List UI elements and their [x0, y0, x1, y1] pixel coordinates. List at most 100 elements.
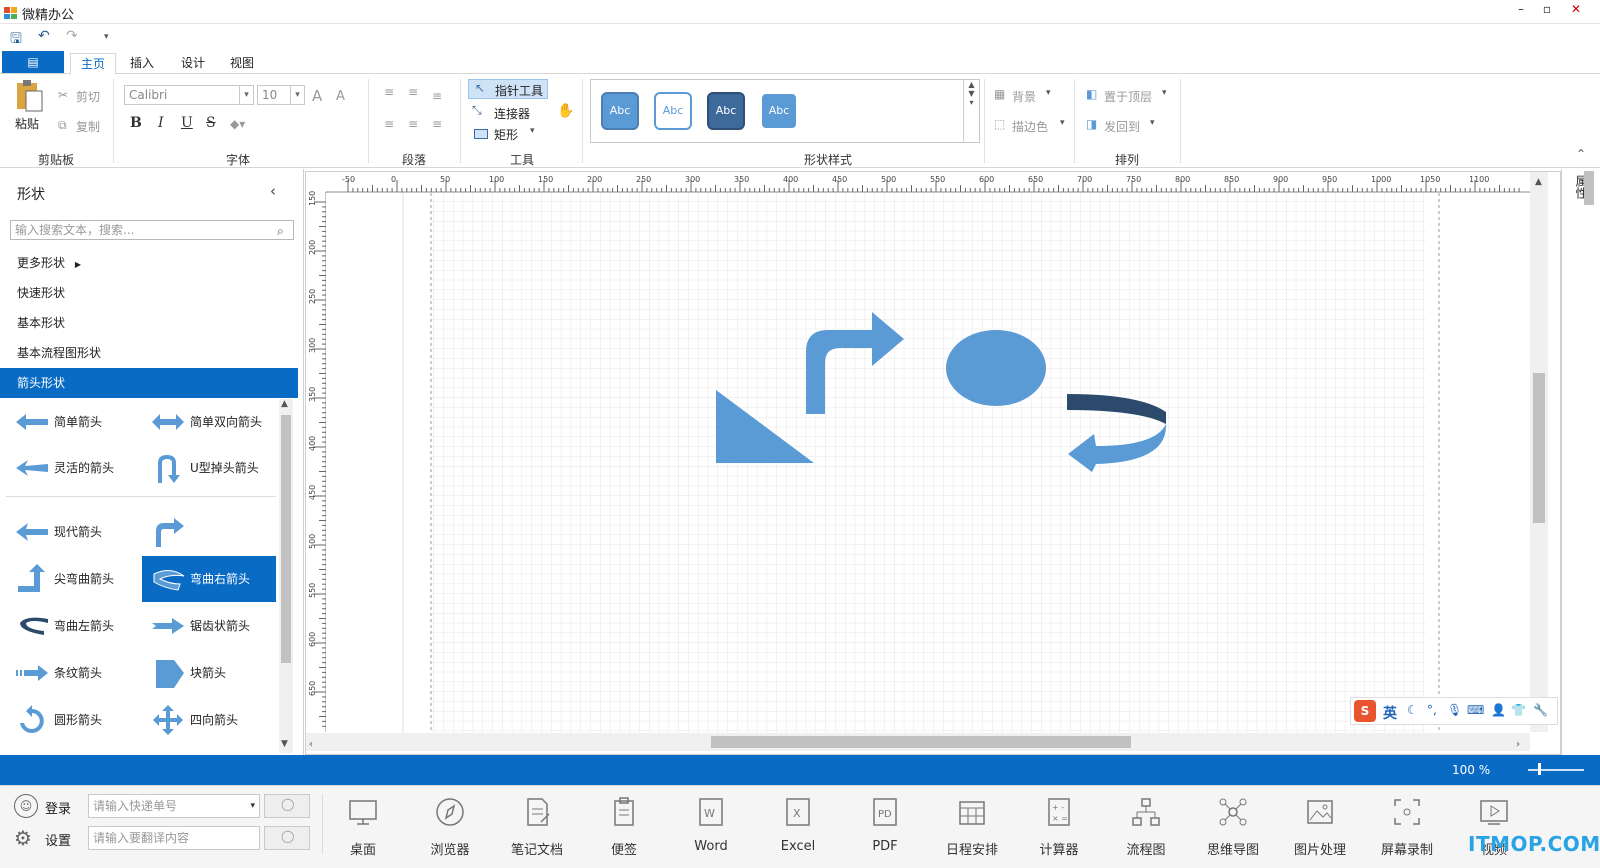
- tab-insert[interactable]: 插入: [120, 53, 164, 75]
- tab-design[interactable]: 设计: [171, 53, 215, 75]
- cut-button[interactable]: 剪切: [76, 88, 100, 105]
- shape-block-arrow[interactable]: 块箭头: [142, 650, 276, 696]
- search-icon[interactable]: ⌕: [277, 222, 291, 238]
- app-screen-recorder[interactable]: 屏幕录制: [1367, 792, 1447, 862]
- connector-button[interactable]: 连接器: [494, 105, 530, 122]
- category-arrow-shapes[interactable]: 箭头形状: [0, 368, 298, 398]
- shape-search-input[interactable]: 输入搜索文本，搜索... ⌕: [10, 220, 294, 240]
- underline-button[interactable]: U: [181, 115, 193, 131]
- tab-view[interactable]: 视图: [220, 53, 264, 75]
- copy-icon[interactable]: ⧉: [58, 118, 67, 133]
- shape-striped-arrow[interactable]: 条纹箭头: [6, 650, 140, 696]
- cut-icon[interactable]: ✂: [58, 88, 68, 102]
- background-icon[interactable]: ▦: [994, 87, 1005, 101]
- send-back-button[interactable]: 发回到: [1104, 118, 1140, 135]
- align-left-icon[interactable]: ≡: [384, 117, 394, 131]
- undo-icon[interactable]: ↶: [38, 28, 50, 44]
- translate-input[interactable]: 请输入要翻译内容: [88, 826, 260, 850]
- file-menu-button[interactable]: ▤: [2, 51, 64, 73]
- category-quick-shapes[interactable]: 快速形状: [0, 278, 298, 308]
- skin-icon[interactable]: 👕: [1511, 703, 1526, 717]
- paste-icon[interactable]: [14, 79, 44, 113]
- align-center-icon[interactable]: ≡: [408, 117, 418, 131]
- italic-button[interactable]: I: [158, 115, 164, 131]
- chevron-down-icon[interactable]: ▾: [530, 126, 535, 136]
- moon-icon[interactable]: ☾: [1407, 703, 1418, 717]
- zoom-slider[interactable]: [1528, 769, 1584, 771]
- shape-simple-arrow[interactable]: 简单箭头: [6, 399, 140, 445]
- gear-icon[interactable]: ⚙: [14, 826, 32, 850]
- shape-notched-arrow[interactable]: 锯齿状箭头: [142, 603, 276, 649]
- chevron-down-icon[interactable]: ▾: [1046, 88, 1051, 98]
- redo-icon[interactable]: ↷: [66, 28, 78, 44]
- app-flowchart[interactable]: 流程图: [1106, 792, 1186, 862]
- font-size-select[interactable]: 10 ▾: [257, 85, 305, 105]
- send-back-icon[interactable]: ◨: [1086, 117, 1097, 131]
- bring-front-button[interactable]: 置于顶层: [1104, 88, 1152, 105]
- outline-color-icon[interactable]: ⬚: [994, 117, 1005, 131]
- customize-dropdown-icon[interactable]: ▾: [104, 32, 109, 42]
- shape-double-arrow[interactable]: 简单双向箭头: [142, 399, 276, 445]
- rectangle-icon[interactable]: [474, 129, 488, 139]
- shape-modern-arrow[interactable]: 现代箭头: [6, 509, 140, 555]
- app-word[interactable]: W Word: [671, 792, 751, 862]
- app-notes-doc[interactable]: 笔记文档: [497, 792, 577, 862]
- scroll-up-icon[interactable]: ▲: [281, 399, 288, 409]
- express-tracking-input[interactable]: 请输入快递单号 ▾: [88, 794, 260, 818]
- copy-button[interactable]: 复制: [76, 118, 100, 135]
- outline-color-button[interactable]: 描边色: [1012, 118, 1048, 135]
- minimize-button[interactable]: –: [1510, 2, 1532, 20]
- tab-home[interactable]: 主页: [70, 53, 117, 75]
- app-browser[interactable]: 浏览器: [410, 792, 490, 862]
- shape-style-4[interactable]: Abc: [760, 92, 798, 130]
- pointer-tool-button[interactable]: ↖ 指针工具: [468, 79, 548, 99]
- strikethrough-button[interactable]: S: [206, 115, 216, 131]
- drawing-canvas[interactable]: -50 0 50 100 150 200 250 300 350 400 450 500 550 600 6…: [305, 171, 1561, 755]
- save-icon[interactable]: 🖫: [10, 28, 22, 52]
- collapse-panel-icon[interactable]: ‹: [270, 182, 276, 200]
- punctuation-icon[interactable]: °,: [1427, 703, 1437, 717]
- shape-bent-arrow[interactable]: [142, 509, 276, 555]
- connector-icon[interactable]: ⤡: [472, 103, 482, 118]
- gallery-scroll[interactable]: ▲ ▼ ▾: [963, 80, 979, 142]
- settings-button[interactable]: 设置: [45, 830, 71, 849]
- shape-curved-right-arrow[interactable]: 弯曲右箭头: [142, 556, 276, 602]
- shape-style-2[interactable]: Abc: [654, 92, 692, 130]
- bold-button[interactable]: B: [130, 115, 142, 131]
- wrench-icon[interactable]: 🔧: [1533, 703, 1548, 717]
- keyboard-icon[interactable]: ⌨: [1467, 703, 1484, 717]
- app-mindmap[interactable]: 思维导图: [1193, 792, 1273, 862]
- app-schedule[interactable]: 日程安排: [932, 792, 1012, 862]
- canvas-svg[interactable]: -50 0 50 100 150 200 250 300 350 400 450 500 550 600 6…: [306, 172, 1560, 754]
- app-excel[interactable]: X Excel: [758, 792, 838, 862]
- shape-circular-arrow[interactable]: 圆形箭头: [6, 697, 140, 743]
- chevron-down-icon[interactable]: ▾: [1060, 118, 1065, 128]
- app-sticky-notes[interactable]: 便签: [584, 792, 664, 862]
- close-button[interactable]: ✕: [1565, 2, 1587, 20]
- shape-flexible-arrow[interactable]: 灵活的箭头: [6, 445, 140, 491]
- express-search-button[interactable]: ◯: [264, 794, 310, 818]
- microphone-icon[interactable]: 🎙: [1447, 703, 1462, 717]
- font-color-icon[interactable]: ◆▾: [230, 117, 245, 131]
- align-top-left-icon[interactable]: ≡: [384, 85, 394, 99]
- pan-hand-icon[interactable]: ✋: [557, 103, 574, 119]
- align-top-center-icon[interactable]: ≡: [408, 85, 418, 99]
- translate-search-button[interactable]: ◯: [264, 826, 310, 850]
- user-icon[interactable]: 👤: [1491, 703, 1506, 717]
- shape-quad-arrow[interactable]: 四向箭头: [142, 697, 276, 743]
- app-pdf[interactable]: PD PDF: [845, 792, 925, 862]
- app-image-editor[interactable]: 图片处理: [1280, 792, 1360, 862]
- category-more-shapes[interactable]: 更多形状 ▶: [0, 248, 298, 278]
- login-button[interactable]: 登录: [45, 798, 71, 817]
- zoom-slider-thumb[interactable]: [1538, 763, 1541, 775]
- chevron-down-icon[interactable]: ▾: [1162, 88, 1167, 98]
- restore-button[interactable]: ▫: [1536, 2, 1558, 20]
- app-desktop[interactable]: 桌面: [323, 792, 403, 862]
- user-icon[interactable]: ☺: [14, 794, 38, 818]
- collapse-ribbon-icon[interactable]: ⌃: [1576, 147, 1586, 161]
- shrink-font-button[interactable]: A: [336, 89, 345, 104]
- chevron-down-icon[interactable]: ▾: [250, 795, 255, 817]
- shape-sharp-bent-arrow[interactable]: 尖弯曲箭头: [6, 556, 140, 602]
- bring-front-icon[interactable]: ◧: [1086, 87, 1097, 101]
- align-right-icon[interactable]: ≡: [432, 117, 442, 131]
